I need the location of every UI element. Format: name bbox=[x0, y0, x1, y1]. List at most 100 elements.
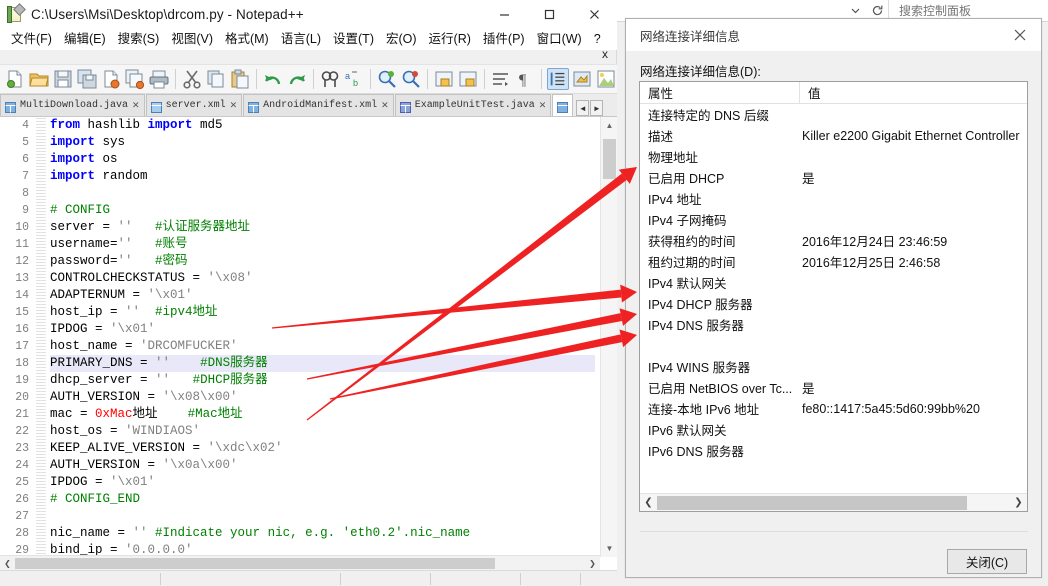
table-row[interactable]: 连接特定的 DNS 后缀 bbox=[640, 104, 1027, 125]
close-button[interactable]: 关闭(C) bbox=[947, 549, 1027, 574]
details-list[interactable]: 属性 值 连接特定的 DNS 后缀 描述 Killer e2200 Gigabit … bbox=[639, 81, 1028, 512]
code-line[interactable] bbox=[50, 508, 595, 525]
close-icon[interactable] bbox=[999, 19, 1041, 51]
editor-vertical-scrollbar[interactable]: ▲ ▼ bbox=[600, 117, 617, 557]
horizontal-scrollbar-thumb[interactable] bbox=[657, 495, 967, 510]
code-line[interactable]: IPDOG = '\x01' bbox=[50, 321, 595, 338]
table-row[interactable]: 租约过期的时间 2016年12月25日 2:46:58 bbox=[640, 251, 1027, 272]
tab-server-xml[interactable]: server.xml ✕ bbox=[145, 94, 243, 116]
code-line[interactable]: AUTH_VERSION = '\x0a\x00' bbox=[50, 457, 595, 474]
menu-item-plugins[interactable]: 插件(P) bbox=[477, 29, 531, 49]
table-row[interactable] bbox=[640, 335, 1027, 356]
code-line[interactable]: import os bbox=[50, 151, 595, 168]
tab-exampleunittest-java[interactable]: ExampleUnitTest.java ✕ bbox=[394, 94, 552, 116]
code-line[interactable]: dhcp_server = '' #DHCP服务器 bbox=[50, 372, 595, 389]
maximize-icon[interactable] bbox=[527, 0, 572, 28]
table-row[interactable]: IPv6 默认网关 bbox=[640, 419, 1027, 440]
table-row[interactable]: 物理地址 bbox=[640, 146, 1027, 167]
menu-item-file[interactable]: 文件(F) bbox=[5, 29, 58, 49]
code-line[interactable]: import sys bbox=[50, 134, 595, 151]
paste-icon[interactable] bbox=[229, 68, 251, 90]
code-line[interactable]: server = '' #认证服务器地址 bbox=[50, 219, 595, 236]
table-row[interactable]: IPv6 DNS 服务器 bbox=[640, 440, 1027, 461]
details-horizontal-scrollbar[interactable]: ❮ ❯ bbox=[640, 493, 1027, 511]
code-line[interactable]: host_os = 'WINDIAOS' bbox=[50, 423, 595, 440]
scroll-right-icon[interactable]: ❯ bbox=[585, 556, 600, 571]
menu-item-search[interactable]: 搜索(S) bbox=[112, 29, 166, 49]
undo-icon[interactable] bbox=[262, 68, 284, 90]
table-row[interactable]: 已启用 DHCP 是 bbox=[640, 167, 1027, 188]
close-icon[interactable] bbox=[572, 0, 617, 28]
code-line[interactable]: PRIMARY_DNS = '' #DNS服务器 bbox=[50, 355, 595, 372]
sync-horizontal-icon[interactable] bbox=[457, 68, 479, 90]
column-header-value[interactable]: 值 bbox=[800, 82, 1027, 103]
code-line[interactable]: # CONFIG bbox=[50, 202, 595, 219]
table-row[interactable]: 已启用 NetBIOS over Tc... 是 bbox=[640, 377, 1027, 398]
menu-item-format[interactable]: 格式(M) bbox=[219, 29, 275, 49]
editor-horizontal-scrollbar[interactable]: ❮ ❯ bbox=[0, 555, 600, 570]
find-icon[interactable] bbox=[319, 68, 341, 90]
table-row[interactable]: IPv4 WINS 服务器 bbox=[640, 356, 1027, 377]
scroll-down-icon[interactable]: ▼ bbox=[601, 540, 617, 557]
menu-item-window[interactable]: 窗口(W) bbox=[531, 29, 588, 49]
code-line[interactable]: import random bbox=[50, 168, 595, 185]
code-line[interactable]: mac = 0xMac地址 #Mac地址 bbox=[50, 406, 595, 423]
redo-icon[interactable] bbox=[286, 68, 308, 90]
cut-icon[interactable] bbox=[181, 68, 203, 90]
zoom-out-icon[interactable] bbox=[400, 68, 422, 90]
minimize-icon[interactable] bbox=[482, 0, 527, 28]
code-line[interactable]: username='' #账号 bbox=[50, 236, 595, 253]
menu-item-edit[interactable]: 编辑(E) bbox=[58, 29, 112, 49]
zoom-in-icon[interactable] bbox=[376, 68, 398, 90]
code-editor[interactable]: 4 5 6 7 8 9 10 11 12 13 14 15 16 17 18 19 20 21 22 23 24 25 26… bbox=[0, 117, 617, 570]
close-icon[interactable]: ✕ bbox=[230, 100, 238, 111]
close-file-icon[interactable] bbox=[100, 68, 122, 90]
close-document-x-button[interactable]: x bbox=[602, 48, 608, 60]
code-line[interactable]: CONTROLCHECKSTATUS = '\x08' bbox=[50, 270, 595, 287]
print-icon[interactable] bbox=[148, 68, 170, 90]
code-line[interactable]: from hashlib import md5 bbox=[50, 117, 595, 134]
sync-vertical-icon[interactable] bbox=[433, 68, 455, 90]
table-row[interactable]: IPv4 DNS 服务器 bbox=[640, 314, 1027, 335]
table-row[interactable]: IPv4 DHCP 服务器 bbox=[640, 293, 1027, 314]
replace-icon[interactable]: ab bbox=[343, 68, 365, 90]
new-file-icon[interactable] bbox=[4, 68, 26, 90]
close-icon[interactable]: ✕ bbox=[539, 100, 547, 111]
word-wrap-icon[interactable] bbox=[490, 68, 512, 90]
code-line[interactable]: IPDOG = '\x01' bbox=[50, 474, 595, 491]
copy-icon[interactable] bbox=[205, 68, 227, 90]
code-line[interactable]: AUTH_VERSION = '\x08\x00' bbox=[50, 389, 595, 406]
close-icon[interactable]: ✕ bbox=[381, 100, 389, 111]
save-icon[interactable] bbox=[52, 68, 74, 90]
table-row[interactable]: 连接-本地 IPv6 地址 fe80::1417:5a45:5d60:99bb%2… bbox=[640, 398, 1027, 419]
code-line[interactable]: host_ip = '' #ipv4地址 bbox=[50, 304, 595, 321]
table-row[interactable]: IPv4 默认网关 bbox=[640, 272, 1027, 293]
code-line[interactable]: KEEP_ALIVE_VERSION = '\xdc\x02' bbox=[50, 440, 595, 457]
close-all-icon[interactable] bbox=[124, 68, 146, 90]
show-all-chars-icon[interactable]: ¶ bbox=[514, 68, 536, 90]
menu-item-run[interactable]: 运行(R) bbox=[423, 29, 477, 49]
code-line[interactable]: # CONFIG_END bbox=[50, 491, 595, 508]
ui-user-language-icon[interactable] bbox=[571, 68, 593, 90]
show-doc-map-icon[interactable] bbox=[595, 68, 617, 90]
menu-item-settings[interactable]: 设置(T) bbox=[327, 29, 380, 49]
table-row[interactable]: 获得租约的时间 2016年12月24日 23:46:59 bbox=[640, 230, 1027, 251]
code-line[interactable]: nic_name = '' #Indicate your nic, e.g. '… bbox=[50, 525, 595, 542]
tab-active-drcom-py[interactable] bbox=[552, 94, 574, 116]
code-line[interactable]: ADAPTERNUM = '\x01' bbox=[50, 287, 595, 304]
indent-guide-icon[interactable] bbox=[547, 68, 569, 90]
menu-item-macro[interactable]: 宏(O) bbox=[380, 29, 423, 49]
menu-item-view[interactable]: 视图(V) bbox=[165, 29, 219, 49]
code-text-area[interactable]: from hashlib import md5 import sys import … bbox=[50, 117, 595, 557]
scroll-up-icon[interactable]: ▲ bbox=[601, 117, 617, 134]
tab-multidownload-java[interactable]: MultiDownload.java ✕ bbox=[0, 94, 145, 116]
code-line[interactable] bbox=[50, 185, 595, 202]
scroll-left-icon[interactable]: ❮ bbox=[0, 556, 15, 571]
tab-scroll-prev-icon[interactable]: ◄ bbox=[576, 100, 590, 116]
code-line[interactable]: password='' #密码 bbox=[50, 253, 595, 270]
menu-item-language[interactable]: 语言(L) bbox=[275, 29, 327, 49]
vertical-scrollbar-thumb[interactable] bbox=[603, 139, 616, 179]
table-row[interactable]: 描述 Killer e2200 Gigabit Ethernet Controll… bbox=[640, 125, 1027, 146]
scroll-left-icon[interactable]: ❮ bbox=[640, 494, 657, 511]
close-icon[interactable]: ✕ bbox=[132, 100, 140, 111]
